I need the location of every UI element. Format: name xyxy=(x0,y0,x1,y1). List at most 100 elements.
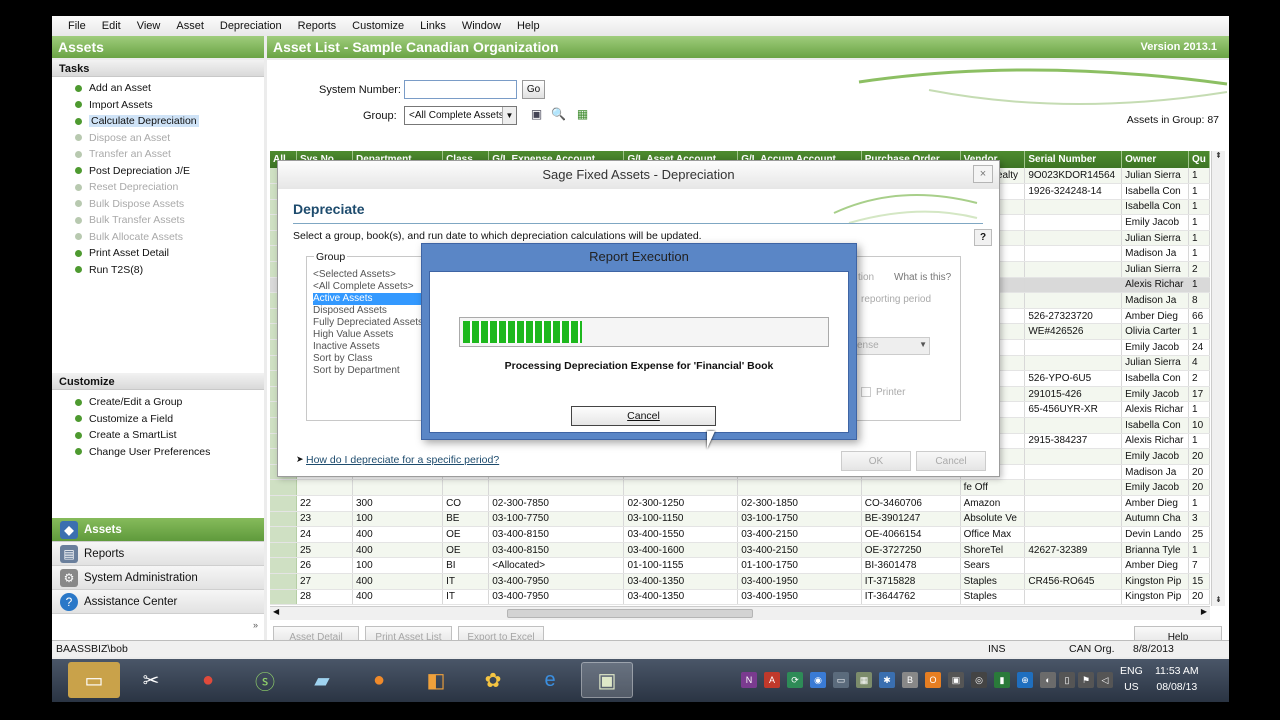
menu-help[interactable]: Help xyxy=(517,20,540,32)
what-is-this-link[interactable]: What is this? xyxy=(894,272,951,283)
scroll-left-icon[interactable]: ◀ xyxy=(273,607,279,616)
search-icon[interactable]: 🔍 xyxy=(551,107,566,122)
column-header[interactable]: Qu xyxy=(1188,151,1210,168)
vertical-scrollbar[interactable]: ⇞ ⇟ xyxy=(1211,151,1225,606)
nav-reports[interactable]: ▤ Reports xyxy=(52,542,264,566)
group-select[interactable]: <All Complete Assets> ▼ xyxy=(404,106,517,125)
task-item[interactable]: Import Assets xyxy=(52,97,264,114)
ghost-dropdown[interactable]: ense ▼ xyxy=(852,337,930,355)
task-item[interactable]: Bulk Allocate Assets xyxy=(52,229,264,246)
menu-depreciation[interactable]: Depreciation xyxy=(220,20,282,32)
row-selector[interactable] xyxy=(270,511,297,528)
task-item[interactable]: Bulk Transfer Assets xyxy=(52,212,264,229)
howto-link[interactable]: How do I depreciate for a specific perio… xyxy=(306,454,499,466)
menu-asset[interactable]: Asset xyxy=(176,20,204,32)
table-row[interactable]: 26 100 BI <Allocated> 01-100-1155 01-100-1750… xyxy=(270,557,1210,574)
volume-tray-icon[interactable]: ◁ xyxy=(1097,672,1113,688)
group-list-item[interactable]: <Selected Assets> xyxy=(313,269,425,281)
notepad-icon[interactable]: ▰ xyxy=(296,662,348,698)
task-item[interactable]: Run T2S(8) xyxy=(52,262,264,279)
window-tray-icon[interactable]: ▭ xyxy=(833,672,849,688)
menu-edit[interactable]: Edit xyxy=(102,20,121,32)
table-row[interactable]: 23 100 BE 03-100-7750 03-100-1150 03-100-1750… xyxy=(270,511,1210,528)
dialog-cancel-button[interactable]: Cancel xyxy=(916,451,986,471)
cancel-button[interactable]: Cancel xyxy=(571,406,716,426)
b-tray-icon[interactable]: B xyxy=(902,672,918,688)
task-item[interactable]: Post Depreciation J/E xyxy=(52,163,264,180)
chrome-icon[interactable]: ● xyxy=(182,662,234,698)
customize-item[interactable]: Create/Edit a Group xyxy=(52,394,264,411)
table-row[interactable]: 27 400 IT 03-400-7950 03-400-1350 03-400-1950… xyxy=(270,573,1210,590)
customize-item[interactable]: Change User Preferences xyxy=(52,444,264,461)
sync-tray-icon[interactable]: ⟳ xyxy=(787,672,803,688)
table-row[interactable]: 24 400 OE 03-400-8150 03-400-1550 03-400-2150… xyxy=(270,526,1210,543)
horizontal-scroll-thumb[interactable] xyxy=(507,609,753,618)
flower-app-icon[interactable]: ✿ xyxy=(467,662,519,698)
task-item[interactable]: Calculate Depreciation xyxy=(52,113,264,130)
group-list-item[interactable]: Active Assets xyxy=(313,293,425,305)
chat-tray-icon[interactable]: ◉ xyxy=(810,672,826,688)
scroll-right-icon[interactable]: ▶ xyxy=(1201,607,1207,616)
menu-reports[interactable]: Reports xyxy=(298,20,337,32)
group-list-item[interactable]: Sort by Department xyxy=(313,365,425,377)
column-header[interactable]: Owner xyxy=(1121,151,1190,168)
printer-checkbox[interactable] xyxy=(861,387,871,397)
network-tray-icon[interactable]: ⊕ xyxy=(1017,672,1033,688)
close-icon[interactable]: × xyxy=(973,165,993,183)
keyboard-tray-icon[interactable]: ▦ xyxy=(856,672,872,688)
bluetooth-tray-icon[interactable]: ✱ xyxy=(879,672,895,688)
fixed-assets-app-icon[interactable]: ▣ xyxy=(581,662,633,698)
group-list-item[interactable]: Inactive Assets xyxy=(313,341,425,353)
task-item[interactable]: Transfer an Asset xyxy=(52,146,264,163)
chevron-down-icon[interactable]: ▼ xyxy=(502,107,516,124)
battery-tray-icon[interactable]: ▮ xyxy=(994,672,1010,688)
row-selector[interactable] xyxy=(270,526,297,543)
file-explorer-icon[interactable]: ▭ xyxy=(68,662,120,698)
monitor-tray-icon[interactable]: ▣ xyxy=(948,672,964,688)
nav-overflow-chevron-icon[interactable]: » xyxy=(253,620,258,630)
group-list-item[interactable]: High Value Assets xyxy=(313,329,425,341)
filter-icon[interactable]: ▦ xyxy=(575,107,590,122)
firefox-icon[interactable]: ● xyxy=(353,662,405,698)
menu-customize[interactable]: Customize xyxy=(352,20,404,32)
row-selector[interactable] xyxy=(270,479,297,496)
help-icon[interactable]: ? xyxy=(974,229,992,246)
table-row[interactable]: 28 400 IT 03-400-7950 03-400-1350 03-400-1950… xyxy=(270,589,1210,606)
group-list-item[interactable]: Fully Depreciated Assets xyxy=(313,317,425,329)
outlook-icon[interactable]: ◧ xyxy=(410,662,462,698)
system-clock[interactable]: 11:53 AM 08/08/13 xyxy=(1155,663,1199,695)
save-icon[interactable]: ▣ xyxy=(529,107,544,122)
horizontal-scrollbar[interactable]: ◀ ▶ xyxy=(270,606,1210,620)
row-selector[interactable] xyxy=(270,557,297,574)
language-indicator[interactable]: ENG US xyxy=(1120,663,1143,695)
snipping-tool-icon[interactable]: ✂ xyxy=(125,662,177,698)
menu-links[interactable]: Links xyxy=(420,20,446,32)
nav-assets[interactable]: ◆ Assets xyxy=(52,518,264,542)
ok-button[interactable]: OK xyxy=(841,451,911,471)
task-item[interactable]: Reset Depreciation xyxy=(52,179,264,196)
media-tray-icon[interactable]: ◎ xyxy=(971,672,987,688)
device-tray-icon[interactable]: ▯ xyxy=(1059,672,1075,688)
row-selector[interactable] xyxy=(270,495,297,512)
column-header[interactable]: Serial Number xyxy=(1024,151,1123,168)
flag-tray-icon[interactable]: ⚑ xyxy=(1078,672,1094,688)
menu-file[interactable]: File xyxy=(68,20,86,32)
scroll-top-icon[interactable]: ⇞ xyxy=(1212,151,1225,160)
row-selector[interactable] xyxy=(270,573,297,590)
task-item[interactable]: Bulk Dispose Assets xyxy=(52,196,264,213)
table-row[interactable]: 22 300 CO 02-300-7850 02-300-1250 02-300-1850… xyxy=(270,495,1210,512)
menu-window[interactable]: Window xyxy=(462,20,501,32)
go-button[interactable]: Go xyxy=(522,80,545,99)
group-list-item[interactable]: Disposed Assets xyxy=(313,305,425,317)
menu-view[interactable]: View xyxy=(137,20,161,32)
table-row[interactable]: 25 400 OE 03-400-8150 03-400-1600 03-400-2150… xyxy=(270,542,1210,559)
speaker-tray-icon[interactable]: ◐ xyxy=(1040,672,1056,688)
group-list-item[interactable]: <All Complete Assets> xyxy=(313,281,425,293)
sage-app-icon[interactable]: ⓢ xyxy=(239,662,291,698)
nav-system-administration[interactable]: ⚙ System Administration xyxy=(52,566,264,590)
task-item[interactable]: Dispose an Asset xyxy=(52,130,264,147)
table-row[interactable]: fe Off Emily Jacob20 xyxy=(270,479,1210,496)
nav-assistance-center[interactable]: ? Assistance Center xyxy=(52,590,264,614)
customize-item[interactable]: Create a SmartList xyxy=(52,427,264,444)
group-list-item[interactable]: Sort by Class xyxy=(313,353,425,365)
